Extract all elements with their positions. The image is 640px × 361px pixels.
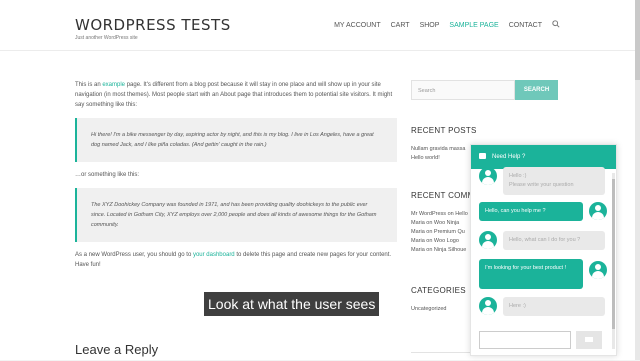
recent-comment-item[interactable]: Mr WordPress on Hello <box>411 210 473 219</box>
main-nav: MY ACCOUNT CART SHOP SAMPLE PAGE CONTACT <box>334 20 560 30</box>
recent-posts-title: RECENT POSTS <box>411 126 477 135</box>
chat-message-agent: Here :) <box>503 297 605 316</box>
nav-item-cart[interactable]: CART <box>391 22 410 29</box>
recent-comment-item[interactable]: Maria on Woo Logo <box>411 237 473 246</box>
quote-doohickey: The XYZ Doohickey Company was founded in… <box>75 188 397 242</box>
send-icon <box>585 337 593 342</box>
recent-comment-item[interactable]: Maria on Woo Ninja <box>411 219 473 228</box>
site-title[interactable]: WORDPRESS TESTS <box>75 16 231 34</box>
categories-list: Uncategorized <box>411 305 473 314</box>
dashboard-link[interactable]: your dashboard <box>193 252 235 258</box>
user-avatar <box>589 202 607 220</box>
agent-avatar <box>479 297 497 315</box>
chat-scrollbar[interactable] <box>612 173 615 349</box>
chat-widget: Need Help ? Hello :) Please write your q… <box>470 144 617 356</box>
page: WORDPRESS TESTS Just another WordPress s… <box>0 0 640 360</box>
recent-post-item[interactable]: Hello world! <box>411 154 473 163</box>
site-header: WORDPRESS TESTS Just another WordPress s… <box>0 0 635 51</box>
chat-header[interactable]: Need Help ? <box>471 145 616 169</box>
category-item[interactable]: Uncategorized <box>411 305 473 314</box>
nav-item-my-account[interactable]: MY ACCOUNT <box>334 22 381 29</box>
page-scrollbar[interactable] <box>635 0 640 360</box>
site-tagline: Just another WordPress site <box>75 35 138 41</box>
user-avatar <box>589 261 607 279</box>
chat-messages: Hello :) Please write your question Hell… <box>471 167 609 329</box>
quote-bike-messenger: Hi there! I'm a bike messenger by day, a… <box>75 118 397 162</box>
nav-item-shop[interactable]: SHOP <box>420 22 440 29</box>
chat-message-text: Hello :) <box>509 173 527 179</box>
intro-paragraph: This is an example page. It's different … <box>75 82 393 108</box>
chat-scrollbar-thumb[interactable] <box>612 179 615 329</box>
agent-avatar <box>479 231 497 249</box>
recent-comment-item[interactable]: Maria on Premium Qu <box>411 228 473 237</box>
leave-reply-heading: Leave a Reply <box>75 342 159 357</box>
recent-comment-item[interactable]: Maria on Ninja Silhoue <box>411 246 473 255</box>
chat-message-subtext: Please write your question <box>509 182 574 188</box>
nav-item-sample-page[interactable]: SAMPLE PAGE <box>449 22 498 29</box>
chat-message-agent: Hello :) Please write your question <box>503 167 605 195</box>
chat-message-user: I'm looking for your best product ! <box>479 259 583 289</box>
sidebar-search-button[interactable]: SEARCH <box>515 80 558 100</box>
chat-header-title: Need Help ? <box>492 154 526 160</box>
agent-avatar <box>479 167 497 185</box>
recent-post-item[interactable]: Nullam gravida massa <box>411 145 473 154</box>
recent-comments-list: Mr WordPress on Hello Maria on Woo Ninja… <box>411 210 473 255</box>
chat-message-user: Hello, can you help me ? <box>479 202 583 221</box>
categories-title: CATEGORIES <box>411 286 466 295</box>
or-something-paragraph: …or something like this: <box>75 172 140 178</box>
example-link[interactable]: example <box>102 82 125 88</box>
sidebar-search-input[interactable]: Search <box>411 80 515 100</box>
chat-bubble-icon <box>479 153 486 159</box>
page-content: This is an example page. It's different … <box>75 80 397 278</box>
chat-send-button[interactable] <box>576 331 602 349</box>
nav-item-contact[interactable]: CONTACT <box>509 22 542 29</box>
page-scrollbar-thumb[interactable] <box>635 0 640 80</box>
dashboard-paragraph: As a new WordPress user, you should go t… <box>75 252 392 268</box>
chat-message-input[interactable] <box>479 331 571 349</box>
chat-message-agent: Hello, what can I do for you ? <box>503 231 605 250</box>
recent-posts-list: Nullam gravida massa Hello world! <box>411 145 473 163</box>
video-caption: Look at what the user sees <box>204 292 380 316</box>
search-icon[interactable] <box>552 20 560 30</box>
